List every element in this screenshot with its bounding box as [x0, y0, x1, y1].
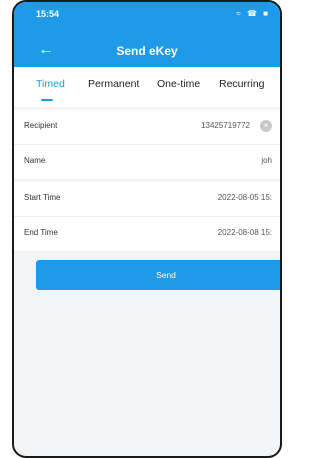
recipient-row[interactable]: Recipient 13425719772 ×: [14, 110, 280, 145]
recipient-input[interactable]: 13425719772: [201, 121, 250, 130]
active-tab-indicator: [41, 99, 53, 101]
send-button[interactable]: Send: [36, 260, 280, 290]
name-input[interactable]: joh: [261, 156, 272, 165]
end-time-row[interactable]: End Time 2022-08-08 15:: [14, 217, 280, 252]
end-time-label: End Time: [24, 228, 58, 237]
tab-permanent[interactable]: Permanent: [88, 78, 139, 90]
page-title: Send eKey: [116, 44, 178, 58]
tab-recurring[interactable]: Recurring: [219, 78, 265, 90]
tab-timed[interactable]: Timed: [36, 78, 65, 90]
clear-icon[interactable]: ×: [260, 120, 272, 132]
status-bar: 15:54 ≈ ☎ ■: [14, 8, 280, 22]
start-time-label: Start Time: [24, 193, 61, 202]
name-label: Name: [24, 156, 46, 165]
status-icons: ≈ ☎ ■: [236, 9, 270, 18]
tab-bar: Timed Permanent One-time Recurring: [14, 67, 280, 107]
end-time-value[interactable]: 2022-08-08 15:: [218, 228, 272, 237]
recipient-label: Recipient: [24, 121, 58, 130]
status-time: 15:54: [36, 9, 60, 19]
name-row[interactable]: Name joh: [14, 145, 280, 180]
tab-one-time[interactable]: One-time: [157, 78, 200, 90]
start-time-row[interactable]: Start Time 2022-08-05 15:: [14, 182, 280, 217]
start-time-value[interactable]: 2022-08-05 15:: [218, 193, 272, 202]
nav-bar: ← Send eKey: [14, 40, 280, 62]
app-header: 15:54 ≈ ☎ ■ ← Send eKey: [14, 2, 280, 67]
phone-frame: 15:54 ≈ ☎ ■ ← Send eKey Timed Permanent …: [12, 0, 282, 458]
